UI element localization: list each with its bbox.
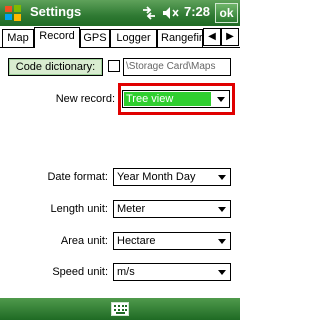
windows-start-icon[interactable] [3, 3, 23, 23]
speed-unit-label: Speed unit: [52, 266, 108, 278]
code-dictionary-checkbox[interactable] [108, 60, 120, 72]
speed-unit-value: m/s [117, 266, 135, 278]
volume-icon[interactable] [162, 6, 180, 20]
connectivity-icon[interactable] [141, 6, 157, 20]
highlight-frame [118, 83, 235, 115]
tab-logger[interactable]: Logger [110, 29, 157, 47]
chevron-down-icon[interactable] [214, 233, 230, 249]
tab-scroll-right-button[interactable]: ▶ [221, 28, 239, 46]
date-format-label: Date format: [47, 171, 108, 183]
tab-gps[interactable]: GPS [80, 29, 110, 47]
length-unit-dropdown[interactable]: Meter [113, 200, 231, 218]
code-dictionary-button[interactable]: Code dictionary: [8, 58, 103, 76]
keyboard-icon[interactable] [111, 302, 129, 316]
clock: 7:28 [184, 4, 211, 19]
date-format-dropdown[interactable]: Year Month Day [113, 168, 231, 186]
code-dictionary-path-field[interactable]: \Storage Card\Maps [123, 58, 231, 76]
area-unit-dropdown[interactable]: Hectare [113, 232, 231, 250]
length-unit-value: Meter [117, 203, 146, 215]
chevron-down-icon[interactable] [214, 201, 230, 217]
chevron-down-icon[interactable] [214, 264, 230, 280]
new-record-label: New record: [55, 93, 115, 105]
tab-record[interactable]: Record [34, 27, 80, 48]
speed-unit-dropdown[interactable]: m/s [113, 263, 231, 281]
title-bar: Settings 7:28 ok [0, 0, 240, 26]
area-unit-label: Area unit: [60, 235, 108, 247]
tab-map[interactable]: Map [2, 29, 34, 47]
window-title: Settings [30, 4, 82, 19]
length-unit-label: Length unit: [50, 203, 109, 215]
tab-rangefinder[interactable]: Rangefir [157, 29, 203, 47]
ok-button[interactable]: ok [215, 3, 238, 23]
soft-key-bar [0, 298, 240, 320]
tab-strip: Map Record GPS Logger Rangefir ◀ ▶ [0, 27, 240, 48]
tab-scroll-left-button[interactable]: ◀ [203, 28, 221, 46]
chevron-down-icon[interactable] [214, 169, 230, 185]
date-format-value: Year Month Day [117, 171, 196, 183]
area-unit-value: Hectare [117, 235, 156, 247]
